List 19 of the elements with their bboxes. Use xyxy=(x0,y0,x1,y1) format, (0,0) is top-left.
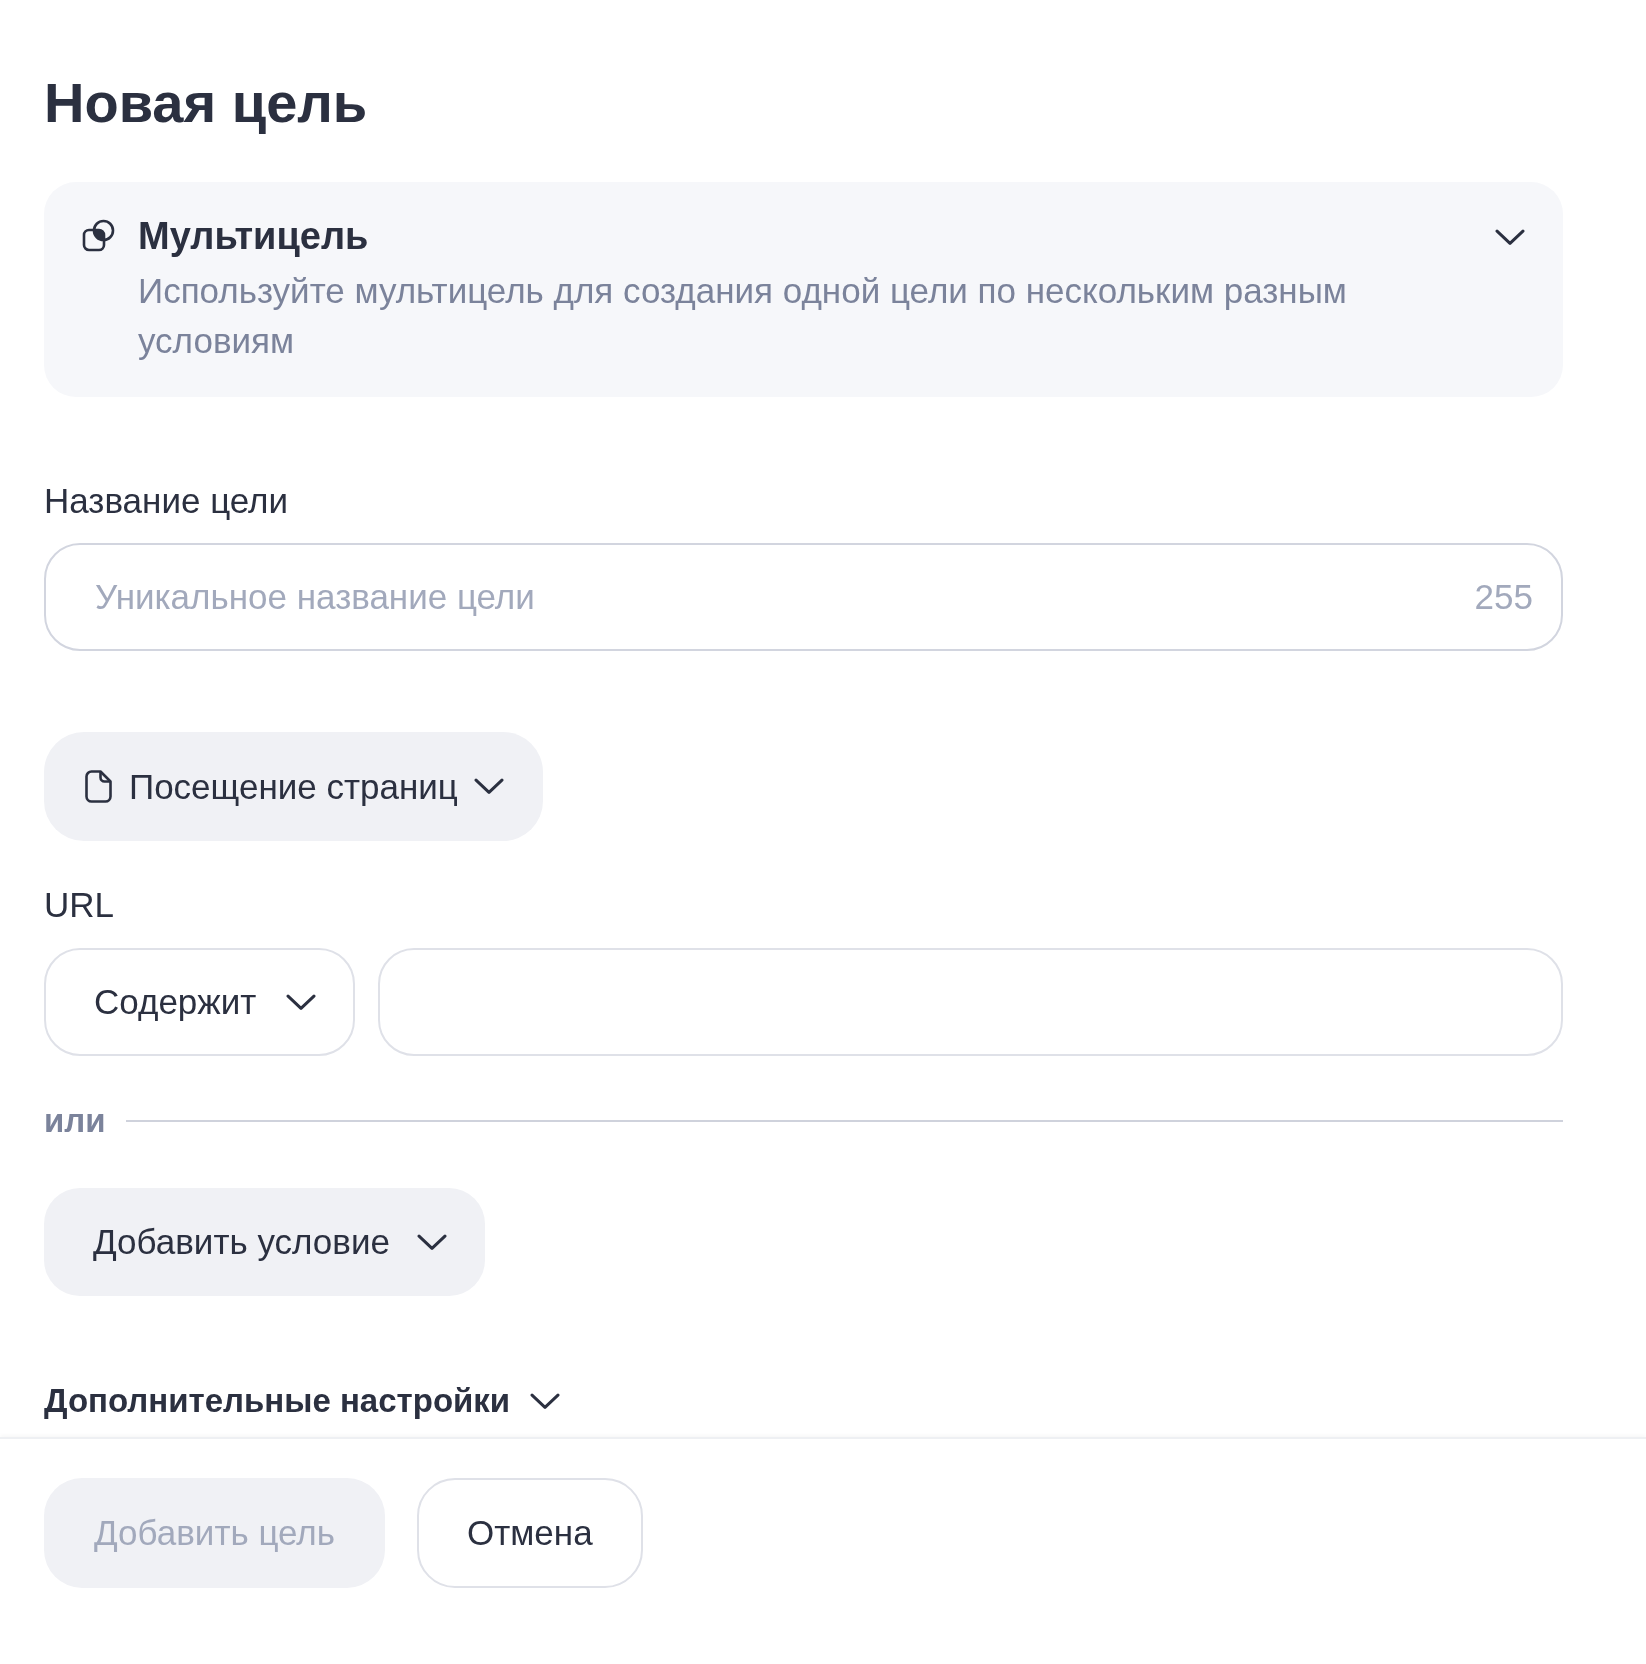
separator-label: или xyxy=(44,1101,106,1141)
advanced-settings-toggle[interactable]: Дополнительные настройки xyxy=(44,1381,561,1421)
char-counter: 255 xyxy=(1474,577,1533,617)
condition-type-dropdown[interactable]: Посещение страниц xyxy=(44,732,543,841)
add-condition-dropdown[interactable]: Добавить условие xyxy=(44,1188,485,1296)
page-title: Новая цель xyxy=(44,70,368,136)
operator-select[interactable]: Содержит xyxy=(44,948,355,1056)
panel-title: Мультицель xyxy=(138,214,369,258)
document-icon xyxy=(85,770,112,803)
url-field[interactable] xyxy=(378,948,1563,1056)
field-label: Название цели xyxy=(44,481,289,521)
chevron-down-icon xyxy=(473,778,504,795)
field-label: URL xyxy=(44,885,115,925)
chevron-down-icon xyxy=(416,1233,447,1251)
action-button[interactable]: Отмена xyxy=(417,1478,643,1588)
chevron-down-icon xyxy=(286,993,316,1011)
panel-description: Используйте мультицель для создания одной цели по нескольким разным условиям xyxy=(138,270,1348,362)
overlapping-shapes-icon xyxy=(82,219,115,252)
multigoal-panel[interactable]: Мультицель Используйте мультицель для создания одной цели по нескольким разным условиям xyxy=(44,182,1563,397)
